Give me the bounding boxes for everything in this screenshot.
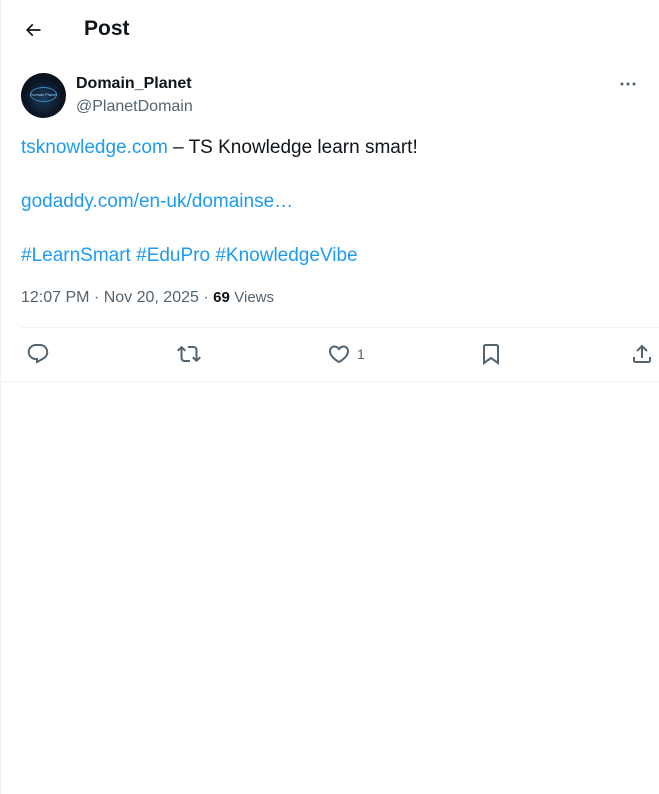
post-link-godaddy[interactable]: godaddy.com/en-uk/domainse… [21,191,293,212]
avatar-logo-text: Domain Planet [30,92,57,97]
post-meta: 12:07 PM · Nov 20, 2025 · 69 Views [21,288,274,308]
post-text: tsknowledge.com – TS Knowledge learn sma… [21,136,641,268]
author-handle[interactable]: @PlanetDomain [76,97,193,117]
repost-icon [176,342,202,366]
bookmark-button[interactable] [479,341,503,367]
views-count: 69 [213,289,230,306]
back-button[interactable] [15,12,51,48]
post-link-tsknowledge[interactable]: tsknowledge.com [21,137,168,158]
share-button[interactable] [630,341,654,367]
like-button[interactable]: 1 [327,341,365,367]
post-time[interactable]: 12:07 PM [21,289,89,306]
views-label: Views [234,289,274,306]
divider [1,381,659,382]
hashtag-knowledgevibe[interactable]: #KnowledgeVibe [215,245,357,266]
hashtag-edupro[interactable]: #EduPro [136,245,210,266]
author-display-name[interactable]: Domain_Planet [76,74,192,94]
page-title: Post [84,17,130,40]
page-header: Post [1,0,659,58]
reply-button[interactable] [26,341,50,367]
meta-separator-2: · [198,289,214,306]
post-hashtags: #LearnSmart #EduPro #KnowledgeVibe [21,244,641,268]
meta-separator: · [89,289,104,306]
more-horizontal-icon [619,75,637,93]
post-line-2: godaddy.com/en-uk/domainse… [21,190,641,214]
post-date[interactable]: Nov 20, 2025 [104,289,199,306]
share-icon [630,342,654,366]
post-author: Domain Planet Domain_Planet @PlanetDomai… [21,72,641,120]
hashtag-learnsmart[interactable]: #LearnSmart [21,245,131,266]
post-line-1-text: – TS Knowledge learn smart! [167,137,418,158]
heart-icon [327,342,351,366]
action-bar: 1 [1,328,659,381]
avatar[interactable]: Domain Planet [21,73,66,118]
bookmark-icon [479,342,503,366]
reply-icon [26,342,50,366]
repost-button[interactable] [176,341,202,367]
arrow-left-icon [23,20,43,40]
more-options-button[interactable] [603,72,637,96]
like-count: 1 [357,346,365,362]
post-line-1: tsknowledge.com – TS Knowledge learn sma… [21,136,641,160]
post-page: Post Domain Planet Domain_Planet @Planet… [0,0,659,794]
